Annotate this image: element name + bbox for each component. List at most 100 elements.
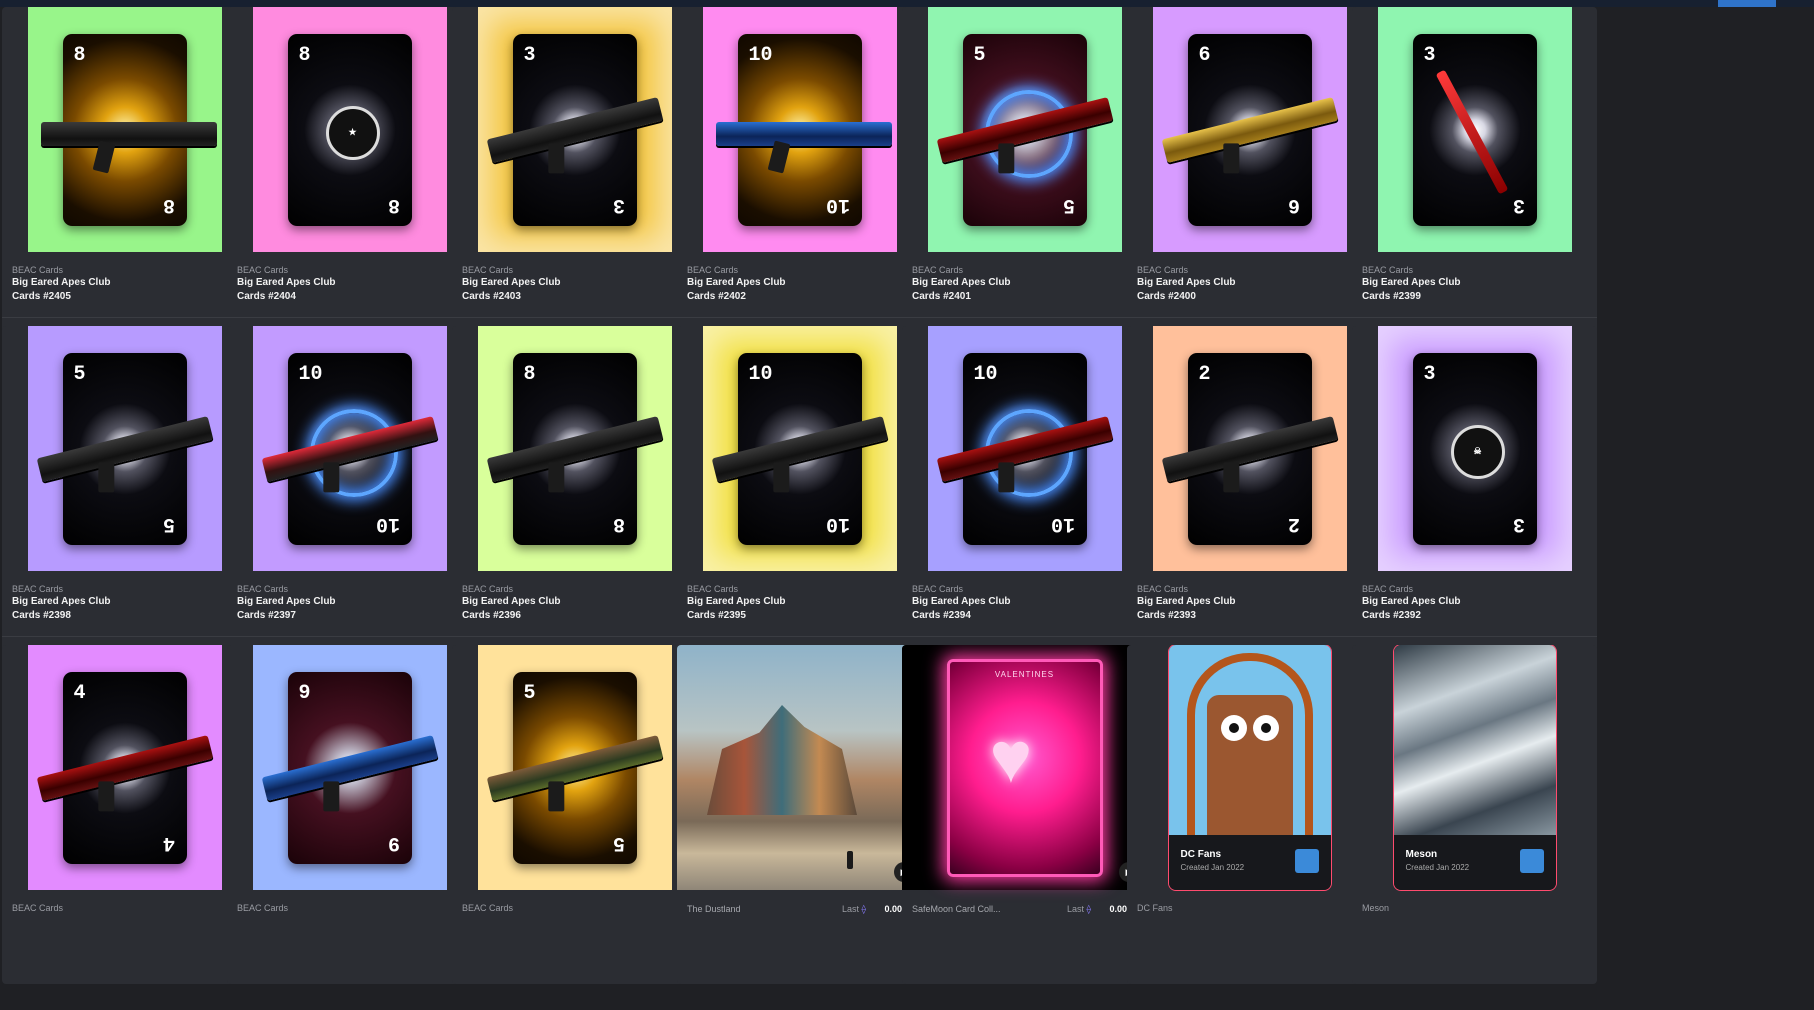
nft-card[interactable]: 4 4 BEAC Cards (2, 645, 247, 984)
nft-title-line1[interactable]: Big Eared Apes Club (687, 595, 912, 609)
nft-title-line2[interactable]: Cards #2405 (12, 290, 237, 304)
nft-title-line2[interactable]: Cards #2403 (462, 290, 687, 304)
creator-name[interactable]: BEAC Cards (12, 903, 237, 914)
creator-name[interactable]: BEAC Cards (687, 265, 912, 276)
creator-name[interactable]: BEAC Cards (1137, 265, 1362, 276)
playing-card: 33 (1412, 33, 1537, 226)
nft-artwork[interactable]: 66 (1127, 7, 1372, 252)
nft-title-line1[interactable]: Big Eared Apes Club (1137, 276, 1362, 290)
nft-artwork[interactable]: 10 10 (227, 326, 472, 571)
nft-title-line1[interactable]: Big Eared Apes Club (462, 276, 687, 290)
card-frame: 33 (477, 7, 672, 252)
nft-card[interactable]: 3 3 BEAC Cards Big Eared Apes Club Cards #23… (1352, 7, 1597, 346)
nft-title-line2[interactable]: Cards #2397 (237, 609, 462, 623)
nft-title-line1[interactable]: Big Eared Apes Club (912, 595, 1137, 609)
nft-title-line2[interactable]: Cards #2400 (1137, 290, 1362, 304)
nft-title-line1[interactable]: Big Eared Apes Club (1362, 276, 1587, 290)
nft-card[interactable]: 5 5 BEAC Cards Big Eared Apes Club Cards #24… (902, 7, 1147, 346)
nft-artwork[interactable]: 33 (452, 7, 697, 252)
collection-name[interactable]: The Dustland (687, 904, 741, 914)
creator-name[interactable]: DC Fans (1137, 903, 1362, 914)
collection-card-dcfans[interactable]: DC Fans Created Jan 2022 DC Fans (1127, 645, 1372, 984)
nft-title-line1[interactable]: Big Eared Apes Club (1137, 595, 1362, 609)
creator-name[interactable]: BEAC Cards (912, 265, 1137, 276)
nft-title-line2[interactable]: Cards #2393 (1137, 609, 1362, 623)
nft-artwork[interactable]: ☠ 3 3 (1352, 326, 1597, 571)
nft-title-line2[interactable]: Cards #2398 (12, 609, 237, 623)
creator-name[interactable]: BEAC Cards (1362, 265, 1587, 276)
creator-name[interactable]: BEAC Cards (12, 265, 237, 276)
nft-title-line2[interactable]: Cards #2396 (462, 609, 687, 623)
collection-tile[interactable]: Meson Created Jan 2022 (1392, 645, 1557, 891)
nft-artwork[interactable]: 10 10 (677, 7, 922, 252)
creator-name[interactable]: BEAC Cards (1362, 584, 1587, 595)
nft-card[interactable]: ☠ 3 3 BEAC Cards Big Eared Apes Club Cards #2… (1352, 326, 1597, 665)
nft-title-line1[interactable]: Big Eared Apes Club (912, 276, 1137, 290)
nft-title-line2[interactable]: Cards #2402 (687, 290, 912, 304)
collection-name[interactable]: SafeMoon Card Coll... (912, 904, 1001, 914)
nft-card[interactable]: 5 5 BEAC Cards (452, 645, 697, 984)
nft-card[interactable]: 3 3 BEAC Cards Big Eared Apes Club Cards #24… (452, 7, 697, 346)
nft-artwork[interactable]: 55 (2, 326, 247, 571)
nft-card[interactable]: 2 2 BEAC Cards Big Eared Apes Club Cards #23… (1127, 326, 1372, 665)
nft-artwork[interactable]: 10 10 (677, 326, 922, 571)
creator-name[interactable]: BEAC Cards (237, 903, 462, 914)
nft-title-line2[interactable]: Cards #2399 (1362, 290, 1587, 304)
nft-title-line2[interactable]: Cards #2392 (1362, 609, 1587, 623)
nft-artwork[interactable]: 10 10 (902, 326, 1147, 571)
nft-card-safemoon[interactable]: VALENTINES♥▶SafeMoon Card Coll...Last ⟠0… (902, 645, 1147, 984)
nft-artwork[interactable]: 33 (1352, 7, 1597, 252)
collection-card-meson[interactable]: Meson Created Jan 2022 Meson (1352, 645, 1597, 984)
creator-name[interactable]: BEAC Cards (237, 584, 462, 595)
nft-title-line2[interactable]: Cards #2395 (687, 609, 912, 623)
collection-artwork[interactable]: Meson Created Jan 2022 (1352, 645, 1597, 891)
nft-artwork[interactable]: 55 (902, 7, 1147, 252)
nft-artwork[interactable]: 22 (1127, 326, 1372, 571)
creator-name[interactable]: BEAC Cards (462, 265, 687, 276)
collection-name[interactable]: Meson (1406, 849, 1438, 860)
creator-name[interactable]: BEAC Cards (462, 903, 687, 914)
nft-card[interactable]: 6 6 BEAC Cards Big Eared Apes Club Cards #24… (1127, 7, 1372, 346)
creator-name[interactable]: BEAC Cards (687, 584, 912, 595)
creator-name[interactable]: Meson (1362, 903, 1587, 914)
creator-name[interactable]: BEAC Cards (12, 584, 237, 595)
last-price-label: Last ⟠ (1067, 904, 1091, 915)
nft-card-dustland[interactable]: ▶The DustlandLast ⟠0.0014 (677, 645, 922, 984)
nft-title-line1[interactable]: Big Eared Apes Club (237, 595, 462, 609)
collection-avatar (1294, 849, 1319, 873)
nft-card[interactable]: 8 8 BEAC Cards Big Eared Apes Club Cards #23… (452, 326, 697, 665)
creator-name[interactable]: BEAC Cards (912, 584, 1137, 595)
nft-artwork[interactable]: VALENTINES♥▶ (902, 645, 1147, 890)
nft-title-line1[interactable]: Big Eared Apes Club (12, 595, 237, 609)
nft-title-line2[interactable]: Cards #2404 (237, 290, 462, 304)
creator-name[interactable]: BEAC Cards (462, 584, 687, 595)
nft-title-line1[interactable]: Big Eared Apes Club (462, 595, 687, 609)
nft-title-line1[interactable]: Big Eared Apes Club (237, 276, 462, 290)
nft-title-line1[interactable]: Big Eared Apes Club (1362, 595, 1587, 609)
nft-card[interactable]: 5 5 BEAC Cards Big Eared Apes Club Cards #23… (2, 326, 247, 665)
card-meta: BEAC Cards Big Eared Apes Club Cards #2396 (462, 584, 687, 623)
nft-card[interactable]: 10 10 BEAC Cards Big Eared Apes Club Cards #… (902, 326, 1147, 665)
nft-artwork[interactable]: 88 (2, 7, 247, 252)
creator-name[interactable]: BEAC Cards (1137, 584, 1362, 595)
collection-artwork[interactable]: DC Fans Created Jan 2022 (1127, 645, 1372, 891)
nft-card[interactable]: 10 10 BEAC Cards Big Eared Apes Club Cards #… (677, 7, 922, 346)
collection-name[interactable]: DC Fans (1181, 849, 1222, 860)
nft-artwork[interactable]: ▶ (677, 645, 922, 890)
nft-artwork[interactable]: 99 (227, 645, 472, 890)
nft-title-line2[interactable]: Cards #2394 (912, 609, 1137, 623)
nft-card[interactable]: ★ 8 8 BEAC Cards Big Eared Apes Club Cards #2… (227, 7, 472, 346)
nft-title-line1[interactable]: Big Eared Apes Club (687, 276, 912, 290)
creator-name[interactable]: BEAC Cards (237, 265, 462, 276)
nft-card[interactable]: 9 9 BEAC Cards (227, 645, 472, 984)
nft-card[interactable]: 10 10 BEAC Cards Big Eared Apes Club Cards #… (227, 326, 472, 665)
collection-tile[interactable]: DC Fans Created Jan 2022 (1167, 645, 1332, 891)
nft-card[interactable]: 10 10 BEAC Cards Big Eared Apes Club Cards #… (677, 326, 922, 665)
nft-artwork[interactable]: 55 (452, 645, 697, 890)
nft-title-line1[interactable]: Big Eared Apes Club (12, 276, 237, 290)
nft-title-line2[interactable]: Cards #2401 (912, 290, 1137, 304)
nft-card[interactable]: 8 8 BEAC Cards Big Eared Apes Club Cards #24… (2, 7, 247, 346)
nft-artwork[interactable]: ★ 8 8 (227, 7, 472, 252)
nft-artwork[interactable]: 44 (2, 645, 247, 890)
nft-artwork[interactable]: 88 (452, 326, 697, 571)
